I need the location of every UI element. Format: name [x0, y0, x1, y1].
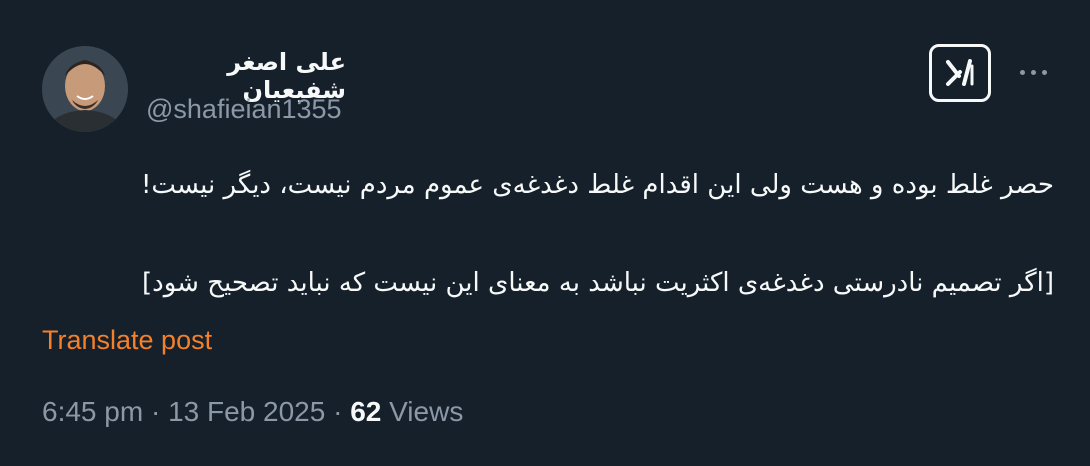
- more-options-button[interactable]: [1013, 62, 1053, 82]
- user-handle[interactable]: @shafieian1355: [146, 94, 342, 125]
- post-text-line-1: حصر غلط بوده و هست ولی این اقدام غلط دغد…: [141, 170, 1054, 200]
- post-date[interactable]: 13 Feb 2025: [168, 396, 325, 427]
- tweet-card: علی اصغر شفیعیان @shafieian1355 حصر غلط …: [0, 0, 1090, 466]
- translate-post-link[interactable]: Translate post: [42, 325, 212, 356]
- post-time[interactable]: 6:45 pm: [42, 396, 143, 427]
- grok-icon: [946, 59, 974, 86]
- views-count[interactable]: 62: [350, 396, 381, 427]
- post-text-line-2: [اگر تصمیم نادرستی دغدغه‌ی اکثریت نباشد …: [142, 268, 1054, 298]
- meta-separator: ·: [150, 396, 161, 427]
- profile-photo-icon: [42, 46, 128, 132]
- grok-button[interactable]: [929, 44, 991, 102]
- meta-separator: ·: [333, 396, 343, 427]
- views-label: Views: [389, 396, 464, 427]
- more-icon: [1019, 69, 1025, 75]
- avatar[interactable]: [42, 46, 128, 132]
- post-metadata: 6:45 pm · 13 Feb 2025 · 62 Views: [42, 396, 463, 428]
